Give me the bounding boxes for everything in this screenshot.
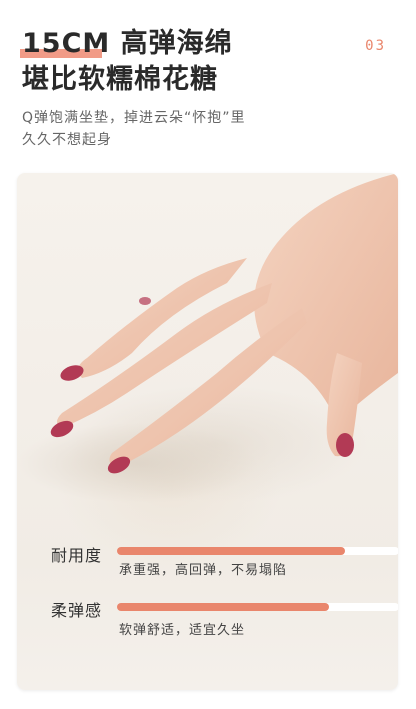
title-line-1-text: 高弹海绵 — [120, 28, 233, 59]
description-line-2: 久久不想起身 — [22, 132, 112, 148]
page-number: 03 — [365, 38, 386, 54]
elasticity-bar-fill — [117, 603, 329, 611]
durability-bar — [117, 547, 398, 555]
description-line-1: Q弹饱满坐垫，掉进云朵“怀抱”里 — [22, 110, 246, 126]
fingernail — [139, 297, 151, 305]
title-line-1: 15CM 高弹海绵 — [20, 28, 233, 60]
durability-bar-fill — [117, 547, 346, 555]
title-highlight: 15CM — [20, 28, 121, 59]
hand-back — [254, 173, 398, 423]
metric-desc-durability: 承重强，高回弹，不易塌陷 — [119, 563, 288, 578]
metric-label-durability: 耐用度 — [51, 546, 103, 565]
metric-label-elasticity: 柔弹感 — [51, 601, 103, 620]
fingernail — [336, 433, 354, 457]
elasticity-bar — [117, 603, 398, 611]
metric-desc-elasticity: 软弹舒适，适宜久坐 — [119, 623, 246, 638]
title-line-2: 堪比软糯棉花糖 — [22, 64, 218, 95]
title-highlight-text: 15CM — [22, 28, 111, 59]
product-photo: 耐用度 承重强，高回弹，不易塌陷 柔弹感 软弹舒适，适宜久坐 — [17, 173, 398, 690]
